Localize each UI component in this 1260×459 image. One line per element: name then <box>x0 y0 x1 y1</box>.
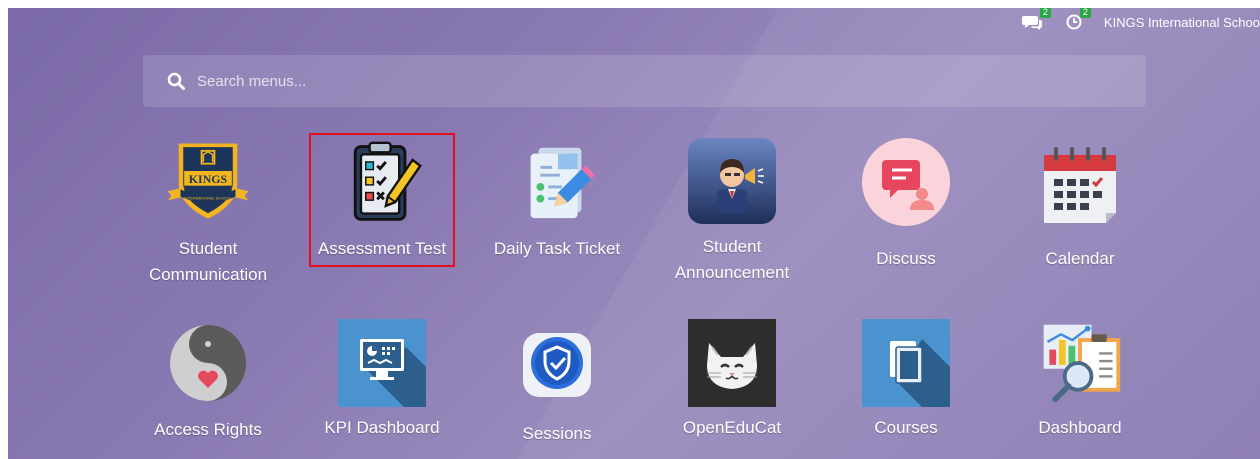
kpi-monitor-icon <box>338 319 426 407</box>
app-kpi-dashboard[interactable]: KPI Dashboard <box>307 319 457 441</box>
megaphone-person-icon <box>688 138 776 224</box>
search-icon <box>167 72 185 90</box>
checklist-clipboard-icon <box>338 138 426 226</box>
report-magnifier-icon <box>1036 319 1124 407</box>
calendar-icon <box>1036 138 1124 226</box>
app-dashboard[interactable]: Dashboard <box>1005 319 1155 441</box>
app-courses[interactable]: Courses <box>831 319 981 441</box>
app-label: KPI Dashboard <box>324 418 440 437</box>
kings-logo-subtext: INTERNATIONAL SCHOOL <box>184 196 232 200</box>
search-bar[interactable] <box>143 55 1146 107</box>
chat-button[interactable]: 2 <box>1021 8 1051 30</box>
activity-button[interactable]: 2 <box>1066 8 1091 30</box>
app-label: Access Rights <box>154 420 262 439</box>
task-ticket-icon <box>513 138 601 226</box>
search-input[interactable] <box>197 72 1097 90</box>
app-label: OpenEduCat <box>682 418 782 437</box>
app-label: Student Announcement <box>674 237 790 282</box>
app-label: Calendar <box>1045 249 1115 268</box>
shield-check-icon <box>513 319 601 407</box>
app-label: Daily Task Ticket <box>493 239 621 258</box>
app-label: Courses <box>874 418 938 437</box>
app-calendar[interactable]: Calendar <box>1005 138 1155 282</box>
activity-count-badge: 2 <box>1079 8 1091 18</box>
app-label: Discuss <box>876 249 936 268</box>
app-daily-task-ticket[interactable]: Daily Task Ticket <box>482 138 632 262</box>
app-openeducat[interactable]: OpenEduCat <box>657 319 807 441</box>
top-navbar: 2 2 KINGS International Schoo <box>8 8 1260 36</box>
app-label: Sessions <box>522 424 592 443</box>
app-sessions[interactable]: Sessions <box>482 319 632 447</box>
app-label: Dashboard <box>1038 418 1122 437</box>
app-assessment-test[interactable]: Assessment Test <box>307 138 457 262</box>
discuss-icon <box>862 138 950 226</box>
company-switcher[interactable]: KINGS International Schoo <box>1104 15 1260 30</box>
kings-shield-icon: KINGS INTERNATIONAL SCHOOL <box>164 138 252 226</box>
app-student-communication[interactable]: KINGS INTERNATIONAL SCHOOL Student Commu… <box>133 138 283 288</box>
app-student-announcement[interactable]: Student Announcement <box>657 138 807 286</box>
folders-icon <box>862 319 950 407</box>
app-label: Student Communication <box>148 239 268 284</box>
kings-logo-text: KINGS <box>189 172 228 186</box>
yin-yang-gear-heart-icon <box>164 319 252 407</box>
cat-face-icon <box>688 319 776 407</box>
app-access-rights[interactable]: Access Rights <box>133 319 283 443</box>
home-menu-background: 2 2 KINGS International Schoo Search men… <box>8 8 1260 459</box>
chat-icon <box>1021 16 1042 30</box>
chat-count-badge: 2 <box>1039 8 1051 18</box>
app-label: Assessment Test <box>317 239 447 258</box>
app-discuss[interactable]: Discuss <box>831 138 981 282</box>
